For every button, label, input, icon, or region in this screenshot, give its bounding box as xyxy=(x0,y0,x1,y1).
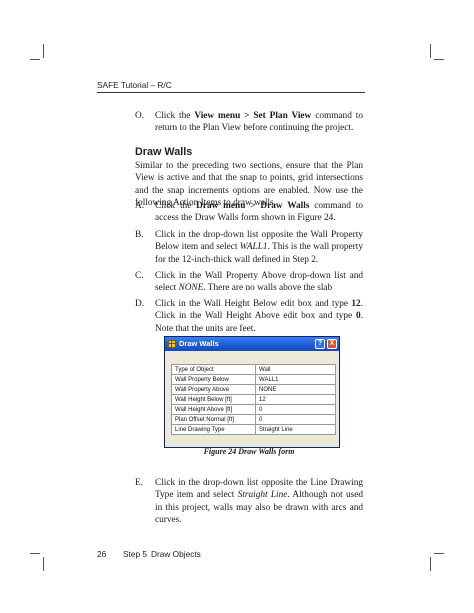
draw-walls-dialog: Draw Walls ? X Type of Object Wall Wall … xyxy=(164,336,340,448)
property-name: Plan Offset Normal [ft] xyxy=(172,415,256,425)
figure-caption: Figure 24 Draw Walls form xyxy=(203,447,295,456)
property-name: Wall Property Above xyxy=(172,385,256,395)
table-row: Line Drawing Type Straight Line xyxy=(172,425,336,435)
wall-property-above-dropdown[interactable]: NONE xyxy=(256,385,336,395)
crop-mark xyxy=(434,59,444,60)
property-name: Line Drawing Type xyxy=(172,425,256,435)
item-letter: C. xyxy=(135,271,144,281)
item-letter: D. xyxy=(135,299,145,309)
crop-mark xyxy=(430,44,431,58)
wall-height-below-input[interactable]: 12 xyxy=(256,395,336,405)
table-row: Wall Property Below WALL1 xyxy=(172,375,336,385)
crop-mark xyxy=(30,553,40,554)
running-header: SAFE Tutorial – R/C xyxy=(97,80,365,93)
help-button[interactable]: ? xyxy=(315,339,325,349)
dialog-titlebar: Draw Walls ? X xyxy=(165,337,339,351)
footer-chapter: Draw Objects xyxy=(151,549,201,559)
page-number: 26 xyxy=(97,549,107,559)
plan-offset-normal-input[interactable]: 0 xyxy=(256,415,336,425)
table-row: Wall Height Above [ft] 0 xyxy=(172,405,336,415)
footer-step: Step 5 xyxy=(123,549,147,559)
item-letter: E. xyxy=(135,478,144,488)
app-grid-icon xyxy=(168,340,176,348)
line-drawing-type-dropdown[interactable]: Straight Line xyxy=(256,425,336,435)
item-letter: B. xyxy=(135,230,144,240)
property-name: Wall Property Below xyxy=(172,375,256,385)
crop-mark xyxy=(30,59,40,60)
item-a-text: Click the Draw menu > Draw Walls command… xyxy=(155,201,363,224)
item-d-text: Click in the Wall Height Below edit box … xyxy=(155,299,363,334)
item-b-text: Click in the drop-down list opposite the… xyxy=(155,230,363,265)
properties-grid: Type of Object Wall Wall Property Below … xyxy=(171,364,336,435)
item-letter: O. xyxy=(135,111,145,121)
wall-height-above-input[interactable]: 0 xyxy=(256,405,336,415)
item-o-text: Click the View menu > Set Plan View comm… xyxy=(155,111,363,134)
table-row: Plan Offset Normal [ft] 0 xyxy=(172,415,336,425)
close-button[interactable]: X xyxy=(327,339,337,349)
property-name: Wall Height Above [ft] xyxy=(172,405,256,415)
crop-mark xyxy=(434,553,444,554)
crop-mark xyxy=(43,44,44,58)
property-value: Wall xyxy=(256,365,336,375)
wall-property-below-dropdown[interactable]: WALL1 xyxy=(256,375,336,385)
property-name: Type of Object xyxy=(172,365,256,375)
property-name: Wall Height Below [ft] xyxy=(172,395,256,405)
table-row: Wall Property Above NONE xyxy=(172,385,336,395)
item-letter: A. xyxy=(135,201,145,211)
item-c-text: Click in the Wall Property Above drop-do… xyxy=(155,271,363,294)
table-row: Type of Object Wall xyxy=(172,365,336,375)
table-row: Wall Height Below [ft] 12 xyxy=(172,395,336,405)
section-title: Draw Walls xyxy=(135,146,193,158)
item-e-text: Click in the drop-down list opposite the… xyxy=(155,478,363,525)
crop-mark xyxy=(43,557,44,571)
dialog-title: Draw Walls xyxy=(179,339,219,348)
crop-mark xyxy=(430,557,431,571)
